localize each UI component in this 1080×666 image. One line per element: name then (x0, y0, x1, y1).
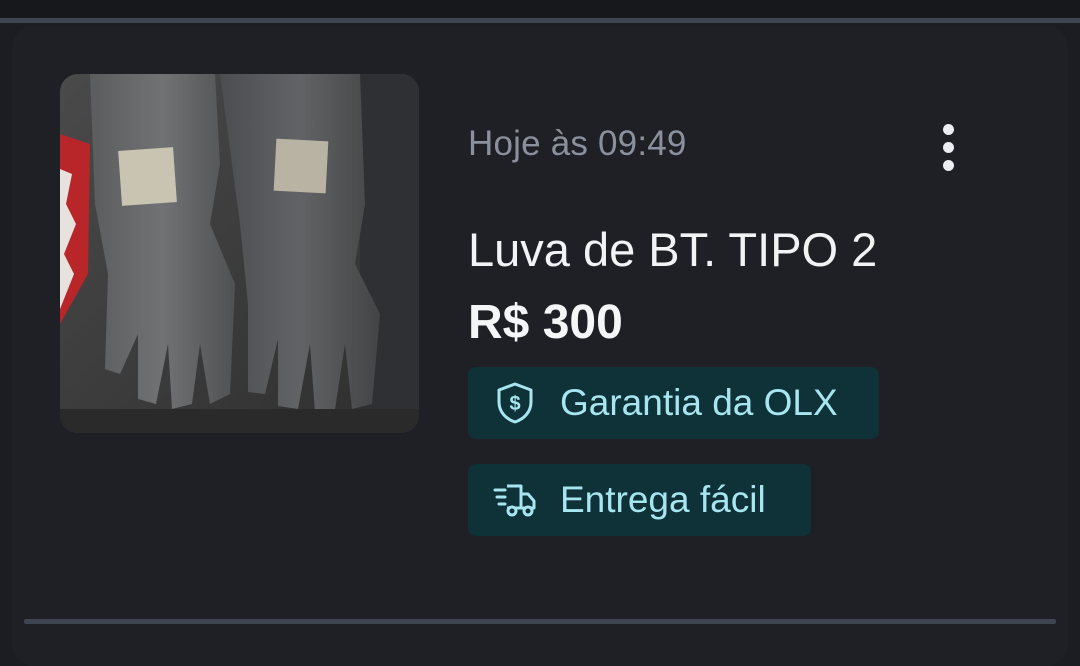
delivery-truck-icon (492, 477, 538, 523)
listing-price: R$ 300 (468, 296, 623, 349)
gloves-photo (60, 74, 419, 433)
svg-text:$: $ (509, 393, 520, 415)
top-strip (0, 0, 1080, 20)
badge-label: Entrega fácil (560, 479, 766, 520)
badge-label: Garantia da OLX (560, 382, 838, 423)
top-divider (0, 18, 1080, 23)
listing-timestamp: Hoje às 09:49 (468, 124, 687, 163)
listing-image[interactable] (60, 74, 419, 433)
more-vertical-icon[interactable] (928, 116, 968, 178)
badge-entrega-facil: Entrega fácil (468, 464, 811, 536)
shield-dollar-icon: $ (492, 380, 538, 426)
badge-garantia-olx: $ Garantia da OLX (468, 367, 879, 439)
kebab-dot (942, 123, 954, 135)
kebab-dot (942, 141, 954, 153)
listing-title[interactable]: Luva de BT. TIPO 2 (468, 222, 877, 277)
bottom-divider (24, 619, 1056, 624)
kebab-dot (942, 159, 954, 171)
